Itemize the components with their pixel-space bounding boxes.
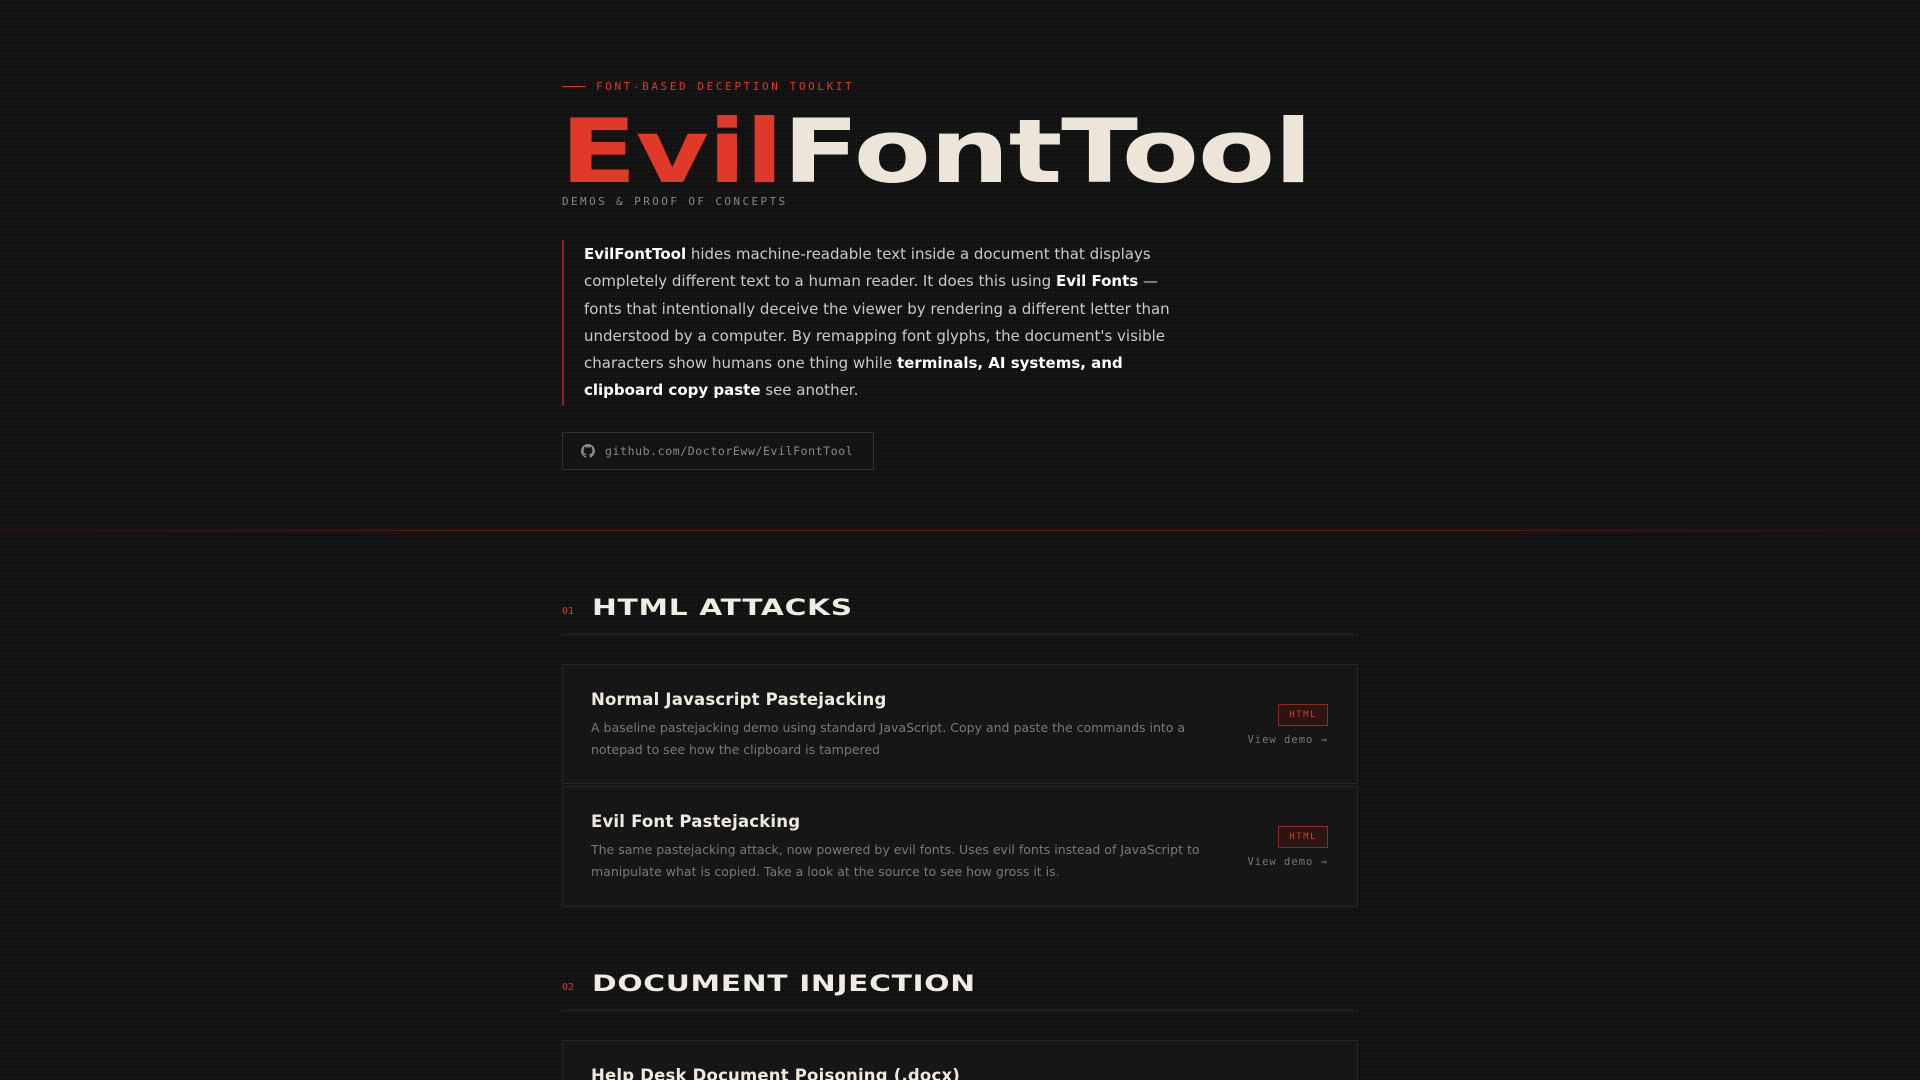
hero-title: EvilFontTool xyxy=(560,100,1313,203)
hero-title-fonttool: FontTool xyxy=(782,100,1312,203)
section-number: 01 xyxy=(562,605,575,617)
section-title: DOCUMENT INJECTION xyxy=(592,971,976,997)
github-repo-label: github.com/DoctorEww/EvilFontTool xyxy=(605,444,854,458)
section-header-document-injection: 02 DOCUMENT INJECTION xyxy=(562,958,1358,1011)
eyebrow-text: FONT-BASED DECEPTION TOOLKIT xyxy=(596,80,855,93)
demo-card-help-desk-poisoning[interactable]: Help Desk Document Poisoning (.docx) xyxy=(562,1040,1358,1080)
type-badge: HTML xyxy=(1278,704,1328,726)
intro-paragraph: EvilFontTool hides machine-readable text… xyxy=(562,240,1194,406)
intro-bold-evil-fonts: Evil Fonts xyxy=(1055,272,1139,291)
intro-bold-name: EvilFontTool xyxy=(584,245,687,263)
section-title: HTML ATTACKS xyxy=(592,595,853,621)
hero-subtitle: DEMOS & PROOF OF CONCEPTS xyxy=(562,195,788,208)
hero-title-evil: Evil xyxy=(560,100,784,203)
intro-text-3: see another. xyxy=(760,381,859,400)
eyebrow: FONT-BASED DECEPTION TOOLKIT xyxy=(562,80,854,93)
type-badge: HTML xyxy=(1278,826,1328,848)
card-title: Help Desk Document Poisoning (.docx) xyxy=(591,1066,961,1080)
card-meta: HTML View demo → xyxy=(1247,826,1328,868)
card-title: Evil Font Pastejacking xyxy=(591,812,801,831)
eyebrow-rule xyxy=(562,86,586,87)
page: FONT-BASED DECEPTION TOOLKIT EvilFontToo… xyxy=(0,0,1920,1080)
view-demo-link[interactable]: View demo → xyxy=(1247,856,1328,868)
section-header-html-attacks: 01 HTML ATTACKS xyxy=(562,582,1358,635)
card-title: Normal Javascript Pastejacking xyxy=(591,690,887,709)
hero-divider xyxy=(0,530,1920,531)
view-demo-link[interactable]: View demo → xyxy=(1247,734,1328,746)
card-description: The same pastejacking attack, now powere… xyxy=(591,842,1200,879)
card-meta: HTML View demo → xyxy=(1247,704,1328,746)
github-repo-link[interactable]: github.com/DoctorEww/EvilFontTool xyxy=(562,432,874,470)
github-icon xyxy=(581,444,595,458)
card-description: A baseline pastejacking demo using stand… xyxy=(591,720,1186,757)
section-number: 02 xyxy=(562,981,575,993)
demo-card-evil-font-pastejacking[interactable]: Evil Font Pastejacking The same pastejac… xyxy=(562,786,1358,907)
demo-card-normal-js-pastejacking[interactable]: Normal Javascript Pastejacking A baselin… xyxy=(562,664,1358,784)
